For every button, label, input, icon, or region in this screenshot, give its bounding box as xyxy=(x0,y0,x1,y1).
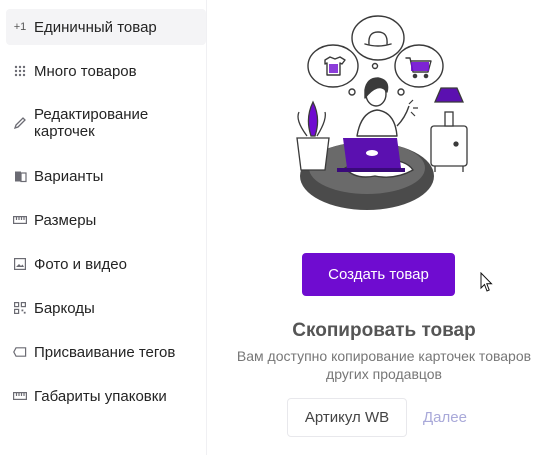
sidebar-item-label: Редактирование карточек xyxy=(34,106,149,140)
image-icon xyxy=(12,256,28,272)
sidebar: +1 Единичный товар Много товаров Редакти… xyxy=(0,0,207,455)
sidebar-item-label: Много товаров xyxy=(34,62,137,80)
sidebar-item-tags[interactable]: Присваивание тегов xyxy=(6,338,206,366)
pencil-icon xyxy=(12,115,28,131)
plus-one-icon: +1 xyxy=(13,21,27,33)
sidebar-item-label: Единичный товар xyxy=(34,18,157,36)
sidebar-item-photo-video[interactable]: Фото и видео xyxy=(6,250,206,278)
sidebar-item-single-product[interactable]: +1 Единичный товар xyxy=(6,9,206,45)
sidebar-item-sizes[interactable]: Размеры xyxy=(6,206,206,234)
woman-with-laptop-illustration xyxy=(296,15,468,210)
ruler-icon xyxy=(12,388,28,404)
sidebar-item-label: Баркоды xyxy=(34,299,95,317)
ruler-icon xyxy=(12,212,28,228)
next-button[interactable]: Далее xyxy=(423,409,467,426)
sidebar-item-label: Варианты xyxy=(34,167,104,185)
mouse-cursor-icon xyxy=(480,272,493,292)
copy-product-description: Вам доступно копирование карточек товаро… xyxy=(236,348,532,382)
copy-product-title: Скопировать товар xyxy=(292,320,476,341)
wb-sku-input[interactable] xyxy=(287,398,407,437)
sidebar-item-barcodes[interactable]: Баркоды xyxy=(6,294,206,322)
create-product-button[interactable]: Создать товар xyxy=(302,253,455,296)
sidebar-item-edit-cards[interactable]: Редактирование карточек xyxy=(6,104,206,142)
grid-dots-icon xyxy=(12,63,28,79)
sidebar-item-package-dimensions[interactable]: Габариты упаковки xyxy=(6,382,206,410)
sidebar-item-many-products[interactable]: Много товаров xyxy=(6,56,206,86)
sidebar-item-label: Размеры xyxy=(34,211,97,229)
variants-icon xyxy=(12,168,28,184)
sidebar-item-label: Габариты упаковки xyxy=(34,387,167,405)
sidebar-item-variants[interactable]: Варианты xyxy=(6,162,206,190)
sidebar-item-label: Фото и видео xyxy=(34,255,127,273)
qr-code-icon xyxy=(12,300,28,316)
tag-icon xyxy=(12,344,28,360)
sidebar-item-label: Присваивание тегов xyxy=(34,343,176,361)
